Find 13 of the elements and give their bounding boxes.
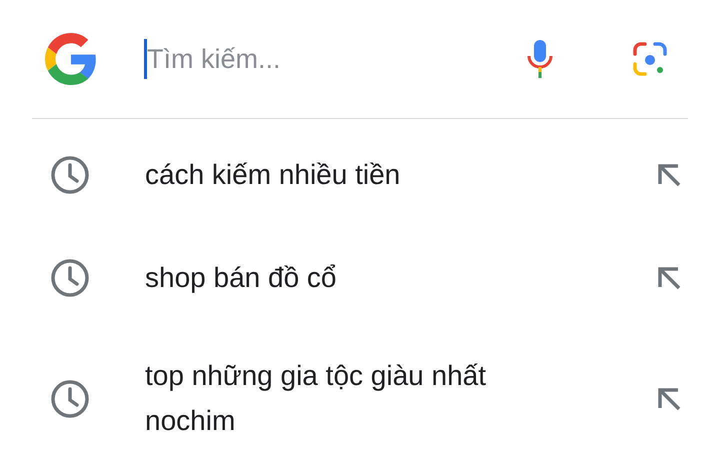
fill-query-arrow-icon[interactable]: [656, 265, 682, 291]
suggestion-text[interactable]: top những gia tộc giàu nhất nochim: [145, 354, 565, 444]
fill-query-arrow-icon[interactable]: [656, 386, 682, 412]
fill-query-arrow-icon[interactable]: [656, 162, 682, 188]
search-field[interactable]: Tìm kiếm...: [147, 38, 477, 80]
camera-search-icon[interactable]: [632, 41, 668, 77]
history-icon: [50, 379, 90, 419]
history-icon: [50, 258, 90, 298]
suggestion-text[interactable]: shop bán đồ cổ: [145, 256, 565, 300]
google-logo-icon: [45, 33, 97, 85]
suggestion-text[interactable]: cách kiếm nhiều tiền: [145, 152, 565, 198]
microphone-icon[interactable]: [526, 39, 554, 79]
history-icon: [50, 155, 90, 195]
